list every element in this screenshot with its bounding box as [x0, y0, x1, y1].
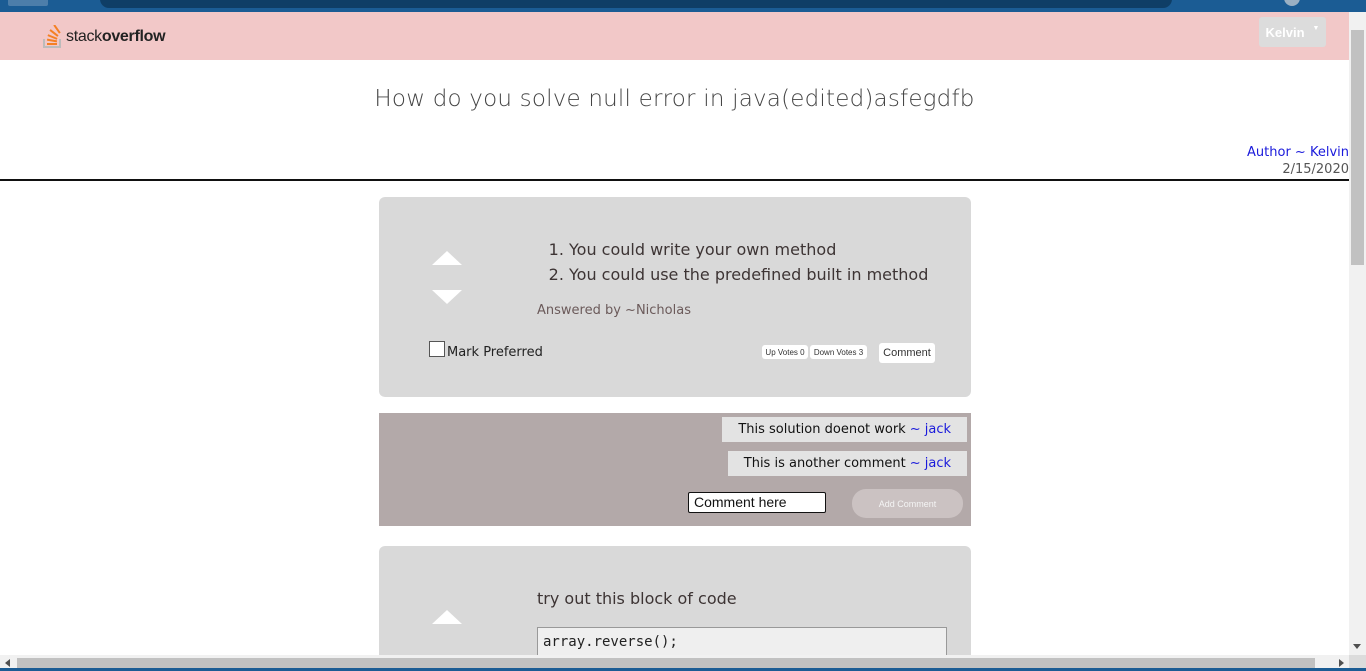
comment-item: This solution doenot work ~ jack: [722, 417, 967, 442]
comment-author[interactable]: ~ jack: [910, 456, 951, 471]
question-date: 2/15/2020: [1282, 162, 1349, 177]
comment-item: This is another comment ~ jack: [727, 451, 967, 476]
comments-section: This solution doenot work ~ jack This is…: [379, 413, 971, 526]
logo-text-stack: stack: [66, 28, 102, 45]
scroll-right-arrow-icon[interactable]: [1339, 659, 1344, 667]
add-comment-button[interactable]: Add Comment: [852, 489, 963, 518]
scroll-left-arrow-icon[interactable]: [5, 659, 10, 667]
answer-card: You could write your own method You coul…: [379, 197, 971, 397]
navbar: stack overflow Kelvin ▼: [0, 12, 1349, 60]
vertical-scrollbar-thumb[interactable]: [1351, 30, 1364, 265]
comment-text: This is another comment: [743, 456, 906, 471]
up-votes-count: Up Votes 0: [762, 345, 808, 359]
down-votes-count: Down Votes 3: [810, 345, 867, 359]
mark-preferred-control[interactable]: Mark Preferred: [429, 341, 543, 360]
scroll-down-arrow-icon[interactable]: [1353, 644, 1361, 649]
user-menu-label: Kelvin: [1265, 24, 1305, 40]
horizontal-scrollbar-thumb[interactable]: [17, 658, 1315, 668]
chevron-down-icon: ▼: [1312, 24, 1320, 32]
vertical-scrollbar[interactable]: [1349, 12, 1366, 655]
answer-text: try out this block of code: [537, 589, 737, 608]
upvote-arrow-icon[interactable]: [432, 610, 462, 624]
header-divider: [0, 179, 1349, 181]
browser-profile-icon[interactable]: [1284, 0, 1300, 6]
answer-body: You could write your own method You coul…: [553, 237, 928, 287]
downvote-arrow-icon[interactable]: [432, 290, 462, 304]
comment-input[interactable]: Comment here: [688, 492, 826, 513]
answer-list-item: You could write your own method: [569, 237, 928, 262]
mark-preferred-checkbox[interactable]: [429, 341, 445, 357]
browser-address-bar[interactable]: [100, 0, 1172, 8]
browser-tab[interactable]: [8, 0, 48, 6]
comment-button[interactable]: Comment: [879, 343, 935, 363]
stackoverflow-logo[interactable]: stack overflow: [42, 24, 166, 50]
question-author[interactable]: Author ~ Kelvin: [1247, 144, 1349, 161]
comment-author[interactable]: ~ jack: [910, 422, 951, 437]
mark-preferred-label: Mark Preferred: [447, 344, 543, 360]
answered-by: Answered by ~Nicholas: [537, 303, 691, 318]
upvote-arrow-icon[interactable]: [432, 251, 462, 265]
logo-text-overflow: overflow: [101, 28, 166, 45]
question-title: How do you solve null error in java(edit…: [374, 86, 975, 112]
user-menu-button[interactable]: Kelvin ▼: [1259, 17, 1326, 47]
question-meta: Author ~ Kelvin 2/15/2020: [1247, 144, 1349, 178]
answer-card: try out this block of code array.reverse…: [379, 546, 971, 667]
stackoverflow-logo-icon: [43, 25, 61, 48]
browser-top-strip: [0, 0, 1366, 12]
answer-list-item: You could use the predefined built in me…: [569, 262, 928, 287]
comment-text: This solution doenot work: [738, 422, 906, 437]
